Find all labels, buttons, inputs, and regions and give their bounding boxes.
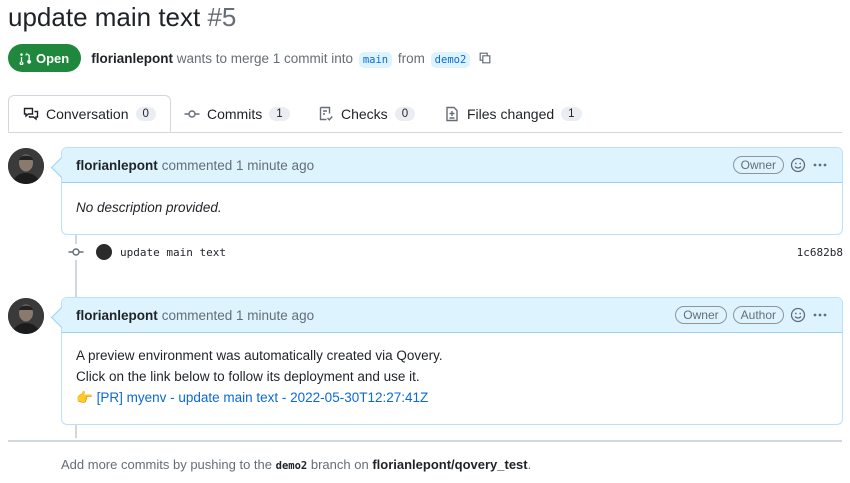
- footer-prefix: Add more commits by pushing to the: [61, 457, 272, 472]
- smiley-icon[interactable]: [790, 157, 806, 173]
- author-badge: Author: [732, 306, 784, 324]
- commit-author-avatar[interactable]: [96, 244, 112, 260]
- footer-suffix: .: [527, 457, 532, 472]
- tab-commits[interactable]: Commits 1: [184, 95, 290, 132]
- comment-timestamp[interactable]: commented 1 minute ago: [162, 158, 314, 173]
- comment-text: No description provided.: [76, 200, 222, 215]
- git-commit-icon: [184, 109, 200, 118]
- kebab-horizontal-icon[interactable]: [812, 157, 828, 173]
- timeline-divider: [8, 440, 842, 442]
- status-badge: Open: [8, 44, 82, 72]
- tab-counter: 0: [135, 106, 156, 121]
- checklist-icon: [319, 106, 333, 121]
- tab-label: Checks: [341, 105, 388, 122]
- footer-branch: demo2: [275, 460, 308, 472]
- footer-middle: branch on: [310, 457, 369, 472]
- from-text: from: [397, 50, 425, 66]
- comment-discussion-icon: [23, 107, 39, 120]
- footer-repo: florianlepont/qovery_test: [372, 457, 528, 472]
- comment-text: Click on the link below to follow its de…: [76, 369, 420, 384]
- tab-counter: 1: [561, 106, 582, 121]
- head-branch[interactable]: demo2: [430, 51, 471, 68]
- preview-link-line: 👉 [PR] myenv - update main text - 2022-0…: [76, 387, 828, 408]
- footer-hint: Add more commits by pushing to the demo2…: [61, 457, 531, 472]
- comment-header-actions: Owner Author: [675, 306, 828, 324]
- comment-box: florianlepont commented 1 minute ago Own…: [61, 147, 843, 235]
- tab-files-changed[interactable]: Files changed 1: [444, 95, 582, 132]
- tab-label: Commits: [207, 105, 263, 122]
- tab-counter: 0: [394, 106, 416, 121]
- commit-message[interactable]: update main text: [120, 246, 226, 259]
- comment-body: No description provided.: [62, 183, 842, 232]
- tab-label: Conversation: [46, 105, 129, 122]
- comment-text: A preview environment was automatically …: [76, 348, 443, 363]
- copy-icon[interactable]: [478, 51, 492, 65]
- comment-body: A preview environment was automatically …: [62, 333, 842, 422]
- base-branch[interactable]: main: [358, 51, 393, 68]
- tab-counter: 1: [269, 106, 290, 121]
- commit-sha[interactable]: 1c682b8: [797, 246, 843, 259]
- comment-header: florianlepont commented 1 minute ago Own…: [62, 298, 842, 333]
- pr-author-link[interactable]: florianlepont: [91, 51, 173, 66]
- owner-badge: Owner: [675, 306, 727, 324]
- comment-author[interactable]: florianlepont: [76, 158, 158, 173]
- file-diff-icon: [446, 106, 458, 121]
- avatar[interactable]: [8, 298, 44, 334]
- pr-title-text: update main text: [8, 2, 201, 32]
- avatar[interactable]: [8, 148, 44, 184]
- pr-title: update main text #5: [8, 2, 236, 33]
- merge-text: wants to merge 1 commit into: [176, 50, 354, 66]
- git-pull-request-icon: [19, 52, 32, 65]
- pr-meta: Open florianlepont wants to merge 1 comm…: [8, 44, 492, 72]
- commit-item: update main text 1c682b8: [66, 242, 843, 262]
- merge-description: florianlepont wants to merge 1 commit in…: [91, 50, 472, 68]
- kebab-horizontal-icon[interactable]: [812, 307, 828, 323]
- pointing-hand-icon: 👉: [76, 390, 93, 405]
- smiley-icon[interactable]: [790, 307, 806, 323]
- tab-conversation[interactable]: Conversation 0: [8, 95, 171, 132]
- comment-box: florianlepont commented 1 minute ago Own…: [61, 297, 843, 425]
- tab-label: Files changed: [467, 105, 555, 122]
- comment-header-actions: Owner: [732, 156, 828, 174]
- pr-tabs: Conversation 0 Commits 1 Checks 0 Files …: [8, 95, 842, 133]
- pr-number: #5: [207, 2, 237, 32]
- preview-environment-link[interactable]: [PR] myenv - update main text - 2022-05-…: [97, 390, 429, 405]
- status-label: Open: [36, 50, 70, 66]
- comment-author[interactable]: florianlepont: [76, 308, 158, 323]
- comment-timestamp[interactable]: commented 1 minute ago: [162, 308, 314, 323]
- git-commit-icon: [66, 244, 86, 260]
- tab-checks[interactable]: Checks 0: [318, 95, 416, 132]
- owner-badge: Owner: [732, 156, 784, 174]
- comment-header: florianlepont commented 1 minute ago Own…: [62, 148, 842, 183]
